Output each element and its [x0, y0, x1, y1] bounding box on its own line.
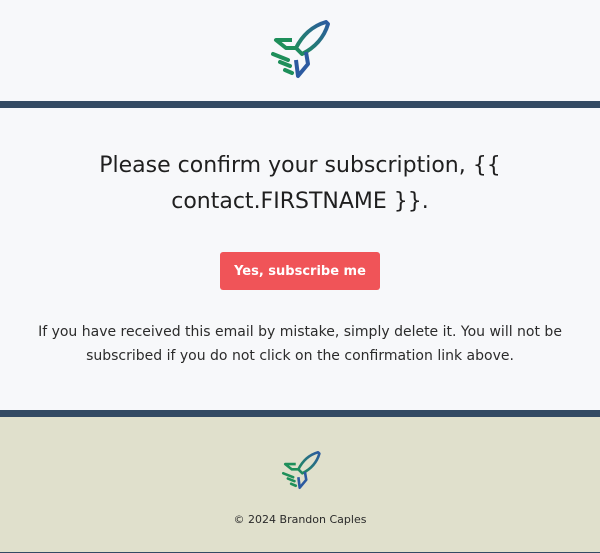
rocket-icon	[271, 20, 330, 78]
copyright-text: © 2024 Brandon Caples	[233, 513, 367, 526]
email-page: Please confirm your subscription, {{ con…	[0, 0, 600, 553]
rocket-icon	[281, 450, 321, 490]
subscribe-button[interactable]: Yes, subscribe me	[220, 252, 380, 290]
email-body: Please confirm your subscription, {{ con…	[0, 108, 600, 410]
bottom-divider	[0, 410, 600, 417]
mistake-notice: If you have received this email by mista…	[38, 324, 562, 364]
confirmation-heading: Please confirm your subscription, {{ con…	[99, 153, 501, 214]
email-footer: © 2024 Brandon Caples	[0, 417, 600, 553]
top-divider	[0, 101, 600, 108]
email-header	[0, 0, 600, 101]
